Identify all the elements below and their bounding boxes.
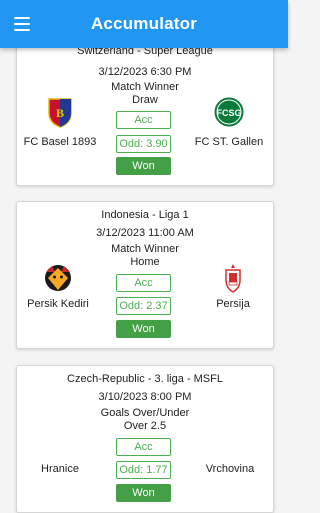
market-name: Match Winner: [111, 243, 179, 255]
market-name: Match Winner: [111, 81, 179, 93]
home-team-name: Hranice: [41, 463, 79, 475]
fc-st-gallen-logo: FCSG: [213, 96, 245, 128]
persik-kediri-logo: [45, 265, 71, 291]
page-title: Accumulator: [90, 14, 198, 33]
away-team-name: Vrchovina: [205, 463, 255, 475]
odd-button[interactable]: Odd: 2.37: [116, 297, 171, 315]
away-team-name: FC ST. Gallen: [194, 136, 264, 148]
market-name: Goals Over/Under: [100, 407, 190, 419]
persija-logo: [225, 264, 241, 293]
odd-button[interactable]: Odd: 3.90: [116, 135, 171, 153]
bet-card: Czech-Republic - 3. liga - MSFL 3/10/202…: [16, 365, 274, 513]
league-name: Indonesia - Liga 1: [101, 209, 189, 221]
away-team-name: Persija: [216, 298, 250, 310]
result-badge-won: Won: [116, 484, 171, 502]
bet-card: Indonesia - Liga 1 3/12/2023 11:00 AM Ma…: [16, 201, 274, 349]
svg-text:B: B: [56, 106, 64, 120]
svg-text:FCSG: FCSG: [216, 108, 241, 118]
league-name: Czech-Republic - 3. liga - MSFL: [67, 373, 223, 385]
acc-button[interactable]: Acc: [116, 438, 171, 456]
match-datetime: 3/12/2023 6:30 PM: [98, 66, 192, 78]
selection: Over 2.5: [123, 420, 167, 432]
result-badge-won: Won: [116, 157, 171, 175]
result-badge-won: Won: [116, 320, 171, 338]
home-team-name: FC Basel 1893: [23, 136, 97, 148]
home-team-name: Persik Kediri: [27, 298, 89, 310]
match-datetime: 3/10/2023 8:00 PM: [98, 391, 192, 403]
match-datetime: 3/12/2023 11:00 AM: [96, 227, 194, 239]
fc-basel-logo: B: [48, 98, 72, 128]
bet-card: Switzerland - Super League 3/12/2023 6:3…: [16, 34, 274, 186]
acc-button[interactable]: Acc: [116, 111, 171, 129]
acc-button[interactable]: Acc: [116, 274, 171, 292]
app-bar: Accumulator: [0, 0, 288, 48]
odd-button[interactable]: Odd: 1.77: [116, 461, 171, 479]
